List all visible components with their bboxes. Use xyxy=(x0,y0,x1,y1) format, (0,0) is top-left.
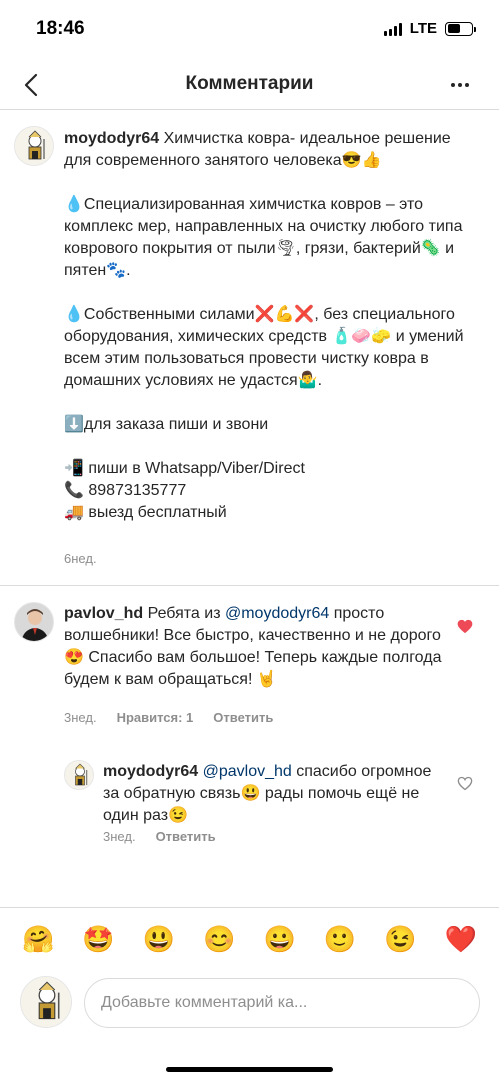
reply-body: moydodyr64 @pavlov_hd спасибо огромное з… xyxy=(103,761,443,827)
reply-reply-button[interactable]: Ответить xyxy=(156,829,216,844)
reply-like-button[interactable] xyxy=(454,772,476,794)
comment-text-before: Ребята из xyxy=(147,605,225,622)
reply-mention[interactable]: @pavlov_hd xyxy=(203,763,292,780)
mascot-avatar-image xyxy=(21,977,71,1027)
reply-meta: 3нед. Ответить xyxy=(103,829,216,844)
more-dots-icon xyxy=(451,83,455,87)
comment-reply-button[interactable]: Ответить xyxy=(213,710,273,725)
mascot-avatar-image xyxy=(15,127,53,165)
post-meta: 6нед. xyxy=(64,551,97,566)
battery-icon xyxy=(445,21,476,36)
emoji-slight-smile-button[interactable]: 🙂 xyxy=(320,926,360,952)
emoji-grinning-big-eyes-button[interactable]: 😃 xyxy=(139,926,179,952)
commenter-avatar[interactable] xyxy=(14,602,54,642)
emoji-smiling-eyes-button[interactable]: 😊 xyxy=(199,926,239,952)
comment-like-button[interactable] xyxy=(454,615,476,637)
nav-bar: Комментарии xyxy=(0,60,499,110)
page-title: Комментарии xyxy=(185,73,314,94)
comment-body: pavlov_hd Ребята из @moydodyr64 просто в… xyxy=(64,603,444,691)
emoji-hugging-button[interactable]: 🤗 xyxy=(18,926,58,952)
reply-username[interactable]: moydodyr64 xyxy=(103,763,198,780)
caption-divider xyxy=(0,585,499,586)
emoji-star-struck-button[interactable]: 🤩 xyxy=(79,926,119,952)
emoji-grinning-button[interactable]: 😀 xyxy=(260,926,300,952)
status-indicators: LTE xyxy=(383,20,476,37)
caption-spacer xyxy=(64,436,482,458)
caption-paragraph: 🚚 выезд бесплатный xyxy=(64,504,227,521)
comment-username[interactable]: pavlov_hd xyxy=(64,605,143,622)
signal-icon xyxy=(383,22,402,36)
reply-author-avatar[interactable] xyxy=(64,760,94,790)
reply-time: 3нед. xyxy=(103,829,136,844)
caption-paragraph: ⬇️для заказа пиши и звони xyxy=(64,416,269,433)
caption-paragraph: 📲 пиши в Whatsapp/Viber/Direct xyxy=(64,460,305,477)
caption-body: moydodyr64 Химчистка ковра- идеальное ре… xyxy=(64,128,482,524)
comment-time: 3нед. xyxy=(64,710,97,725)
emoji-red-heart-button[interactable]: ❤️ xyxy=(441,926,481,952)
post-time: 6нед. xyxy=(64,551,97,566)
caption-spacer xyxy=(64,392,482,414)
caption-spacer xyxy=(64,282,482,304)
status-time: 18:46 xyxy=(36,18,85,39)
caption-paragraph: 💧Собственными силами❌💪❌, без специальног… xyxy=(64,306,464,389)
post-username[interactable]: moydodyr64 xyxy=(64,130,159,147)
comment-meta: 3нед. Нравится: 1 Ответить xyxy=(64,710,273,725)
post-author-avatar[interactable] xyxy=(14,126,54,166)
emoji-quick-bar: 🤗 🤩 😃 😊 😀 🙂 😉 ❤️ xyxy=(0,907,499,969)
heart-outline-icon xyxy=(457,776,473,790)
comment-mention[interactable]: @moydodyr64 xyxy=(225,605,329,622)
current-user-avatar xyxy=(20,976,72,1028)
heart-filled-icon xyxy=(457,619,473,633)
comment-likes[interactable]: Нравится: 1 xyxy=(117,710,194,725)
caption-paragraph: 💧Специализированная химчистка ковров – э… xyxy=(64,196,463,279)
comment-input[interactable] xyxy=(84,978,480,1028)
status-bar: 18:46 LTE xyxy=(0,0,499,60)
caption-paragraph: 📞 89873135777 xyxy=(64,482,187,499)
person-avatar-image xyxy=(15,603,53,641)
comment-composer xyxy=(0,970,499,1040)
mascot-avatar-image xyxy=(65,761,93,789)
home-indicator xyxy=(166,1067,333,1072)
emoji-wink-button[interactable]: 😉 xyxy=(380,926,420,952)
post-caption: moydodyr64 Химчистка ковра- идеальное ре… xyxy=(64,128,482,524)
more-options-button[interactable] xyxy=(443,70,477,100)
caption-first-line: moydodyr64 Химчистка ковра- идеальное ре… xyxy=(64,128,482,172)
caption-spacer xyxy=(64,172,482,194)
carrier-label: LTE xyxy=(409,20,437,37)
